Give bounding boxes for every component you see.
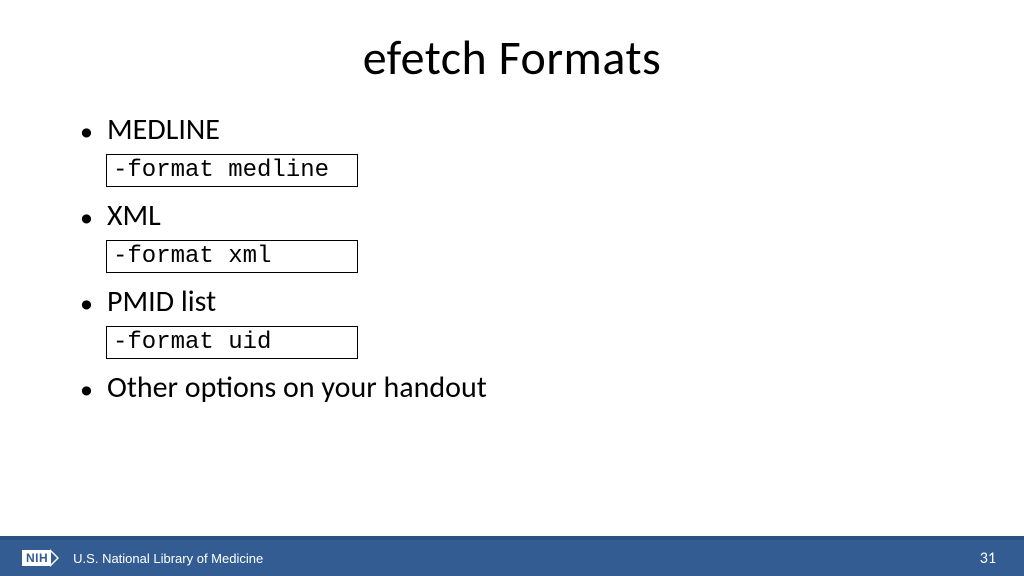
bullet-label: Other options on your handout (107, 369, 487, 406)
bullet-icon: • (80, 290, 93, 316)
bullet-label: PMID list (107, 283, 216, 320)
org-name: U.S. National Library of Medicine (73, 551, 263, 566)
bullet-item: • MEDLINE (78, 111, 946, 148)
slide-content: • MEDLINE -format medline • XML -format … (0, 87, 1024, 406)
bullet-icon: • (80, 118, 93, 144)
chevron-right-icon (51, 549, 65, 567)
page-number: 31 (980, 549, 996, 568)
bullet-item: • PMID list (78, 283, 946, 320)
slide-title: efetch Formats (0, 0, 1024, 87)
bullet-label: XML (107, 197, 161, 234)
bullet-item: • XML (78, 197, 946, 234)
slide: efetch Formats • MEDLINE -format medline… (0, 0, 1024, 576)
bullet-label: MEDLINE (107, 111, 220, 148)
nih-logo: NIH (22, 549, 65, 567)
bullet-item: • Other options on your handout (78, 369, 946, 406)
code-box: -format medline (106, 154, 358, 187)
bullet-icon: • (80, 204, 93, 230)
slide-footer: NIH U.S. National Library of Medicine 31 (0, 536, 1024, 576)
code-box: -format xml (106, 240, 358, 273)
bullet-icon: • (80, 376, 93, 402)
code-box: -format uid (106, 326, 358, 359)
nih-badge-text: NIH (22, 550, 51, 566)
